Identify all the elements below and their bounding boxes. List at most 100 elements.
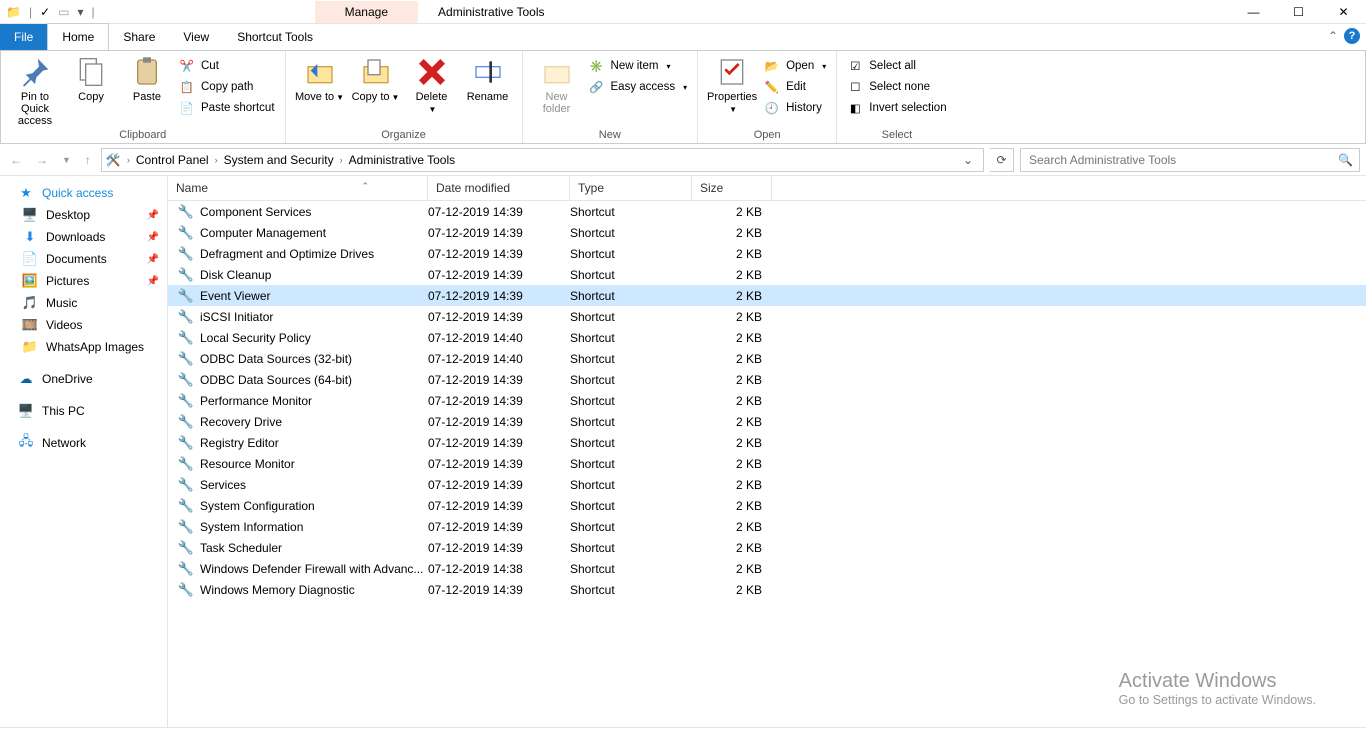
history-icon: 🕘 [764, 100, 780, 116]
qat-newfolder-icon[interactable]: ▭ [58, 5, 69, 19]
move-to-button[interactable]: Move to▼ [294, 53, 346, 103]
nav-onedrive[interactable]: ☁OneDrive [0, 368, 167, 390]
up-button[interactable]: ↑ [81, 153, 95, 167]
collapse-ribbon-icon[interactable]: ⌃ [1328, 29, 1338, 43]
file-name: Performance Monitor [200, 394, 312, 408]
tab-view[interactable]: View [169, 24, 223, 50]
file-row[interactable]: 🔧Event Viewer07-12-2019 14:39Shortcut2 K… [168, 285, 1366, 306]
recent-locations-button[interactable]: ▼ [58, 155, 75, 165]
nav-item-label: Desktop [46, 208, 90, 222]
search-input[interactable] [1027, 152, 1338, 168]
activation-watermark: Activate Windows Go to Settings to activ… [1119, 670, 1316, 707]
nav-this-pc[interactable]: 🖥️This PC [0, 400, 167, 422]
file-row[interactable]: 🔧System Information07-12-2019 14:39Short… [168, 516, 1366, 537]
tab-share[interactable]: Share [109, 24, 169, 50]
delete-button[interactable]: Delete▼ [406, 53, 458, 115]
file-row[interactable]: 🔧iSCSI Initiator07-12-2019 14:39Shortcut… [168, 306, 1366, 327]
file-row[interactable]: 🔧Windows Memory Diagnostic07-12-2019 14:… [168, 579, 1366, 600]
shortcut-icon: 🔧 [178, 372, 194, 388]
context-tab-manage[interactable]: Manage [315, 1, 418, 23]
history-button[interactable]: 🕘History [762, 99, 828, 117]
file-row[interactable]: 🔧Services07-12-2019 14:39Shortcut2 KB [168, 474, 1366, 495]
nav-item-videos[interactable]: 🎞️Videos [0, 314, 167, 336]
file-row[interactable]: 🔧System Configuration07-12-2019 14:39Sho… [168, 495, 1366, 516]
file-row[interactable]: 🔧Windows Defender Firewall with Advanc..… [168, 558, 1366, 579]
crumb-admin-tools[interactable]: Administrative Tools [349, 153, 456, 167]
navigation-pane: ★Quick access 🖥️Desktop📌⬇Downloads📌📄Docu… [0, 176, 168, 727]
select-all-icon: ☑ [847, 58, 863, 74]
nav-item-music[interactable]: 🎵Music [0, 292, 167, 314]
search-box[interactable]: 🔍 [1020, 148, 1360, 172]
breadcrumb[interactable]: 🛠️ › Control Panel› System and Security›… [101, 148, 984, 172]
file-row[interactable]: 🔧Task Scheduler07-12-2019 14:39Shortcut2… [168, 537, 1366, 558]
this-pc-icon: 🖥️ [18, 403, 34, 419]
forward-button[interactable]: → [32, 153, 52, 167]
qat-properties-icon[interactable]: ✓ [40, 5, 50, 19]
help-icon[interactable]: ? [1344, 28, 1360, 44]
file-type: Shortcut [570, 268, 692, 282]
file-row[interactable]: 🔧Registry Editor07-12-2019 14:39Shortcut… [168, 432, 1366, 453]
select-none-button[interactable]: ☐Select none [845, 78, 948, 96]
nav-item-icon: 🖼️ [22, 273, 38, 289]
nav-item-downloads[interactable]: ⬇Downloads📌 [0, 226, 167, 248]
qat-customize-icon[interactable]: ▾ [77, 5, 83, 19]
cut-button[interactable]: ✂️Cut [177, 57, 277, 75]
rename-button[interactable]: Rename [462, 53, 514, 103]
refresh-button[interactable]: ⟳ [990, 148, 1014, 172]
crumb-control-panel[interactable]: Control Panel [136, 153, 209, 167]
nav-item-whatsapp-images[interactable]: 📁WhatsApp Images [0, 336, 167, 358]
new-folder-button[interactable]: New folder [531, 53, 583, 115]
file-row[interactable]: 🔧ODBC Data Sources (32-bit)07-12-2019 14… [168, 348, 1366, 369]
new-item-button[interactable]: ✳️New item▾ [587, 57, 690, 75]
nav-item-documents[interactable]: 📄Documents📌 [0, 248, 167, 270]
easy-access-button[interactable]: 🔗Easy access▾ [587, 78, 690, 96]
file-row[interactable]: 🔧Component Services07-12-2019 14:39Short… [168, 201, 1366, 222]
address-history-dropdown[interactable]: ⌄ [957, 153, 979, 167]
search-icon[interactable]: 🔍 [1338, 153, 1353, 167]
paste-shortcut-icon: 📄 [179, 100, 195, 116]
crumb-system-security[interactable]: System and Security [224, 153, 334, 167]
copy-path-button[interactable]: 📋Copy path [177, 78, 277, 96]
nav-network[interactable]: 🖧Network [0, 432, 167, 454]
pin-quick-access-button[interactable]: Pin to Quick access [9, 53, 61, 127]
file-row[interactable]: 🔧Performance Monitor07-12-2019 14:39Shor… [168, 390, 1366, 411]
file-row[interactable]: 🔧Computer Management07-12-2019 14:39Shor… [168, 222, 1366, 243]
file-row[interactable]: 🔧Local Security Policy07-12-2019 14:40Sh… [168, 327, 1366, 348]
file-row[interactable]: 🔧Defragment and Optimize Drives07-12-201… [168, 243, 1366, 264]
col-size[interactable]: Size [692, 176, 772, 200]
minimize-button[interactable]: — [1231, 0, 1276, 24]
copy-to-button[interactable]: Copy to▼ [350, 53, 402, 103]
back-button[interactable]: ← [6, 153, 26, 167]
maximize-button[interactable]: ☐ [1276, 0, 1321, 24]
close-button[interactable]: ✕ [1321, 0, 1366, 24]
copy-path-icon: 📋 [179, 79, 195, 95]
tab-file[interactable]: File [0, 24, 47, 50]
copy-to-icon [360, 57, 392, 89]
col-date[interactable]: Date modified [428, 176, 570, 200]
file-row[interactable]: 🔧Disk Cleanup07-12-2019 14:39Shortcut2 K… [168, 264, 1366, 285]
rename-label: Rename [467, 91, 509, 103]
file-name: Local Security Policy [200, 331, 311, 345]
select-all-button[interactable]: ☑Select all [845, 57, 948, 75]
shortcut-icon: 🔧 [178, 288, 194, 304]
properties-button[interactable]: Properties▼ [706, 53, 758, 115]
paste-button[interactable]: Paste [121, 53, 173, 103]
file-row[interactable]: 🔧Recovery Drive07-12-2019 14:39Shortcut2… [168, 411, 1366, 432]
nav-item-pictures[interactable]: 🖼️Pictures📌 [0, 270, 167, 292]
tab-home[interactable]: Home [47, 23, 109, 51]
file-row[interactable]: 🔧Resource Monitor07-12-2019 14:39Shortcu… [168, 453, 1366, 474]
invert-selection-button[interactable]: ◧Invert selection [845, 99, 948, 117]
edit-button[interactable]: ✏️Edit [762, 78, 828, 96]
copy-button[interactable]: Copy [65, 53, 117, 103]
open-button[interactable]: 📂Open▾ [762, 57, 828, 75]
col-type[interactable]: Type [570, 176, 692, 200]
nav-quick-access[interactable]: ★Quick access [0, 182, 167, 204]
tab-shortcut-tools[interactable]: Shortcut Tools [223, 24, 327, 50]
paste-shortcut-button[interactable]: 📄Paste shortcut [177, 99, 277, 117]
nav-item-desktop[interactable]: 🖥️Desktop📌 [0, 204, 167, 226]
column-headers: Name ⌃ Date modified Type Size [168, 176, 1366, 201]
file-row[interactable]: 🔧ODBC Data Sources (64-bit)07-12-2019 14… [168, 369, 1366, 390]
col-name[interactable]: Name ⌃ [168, 176, 428, 200]
nav-item-icon: 🎞️ [22, 317, 38, 333]
group-new: New folder ✳️New item▾ 🔗Easy access▾ New [523, 51, 699, 143]
